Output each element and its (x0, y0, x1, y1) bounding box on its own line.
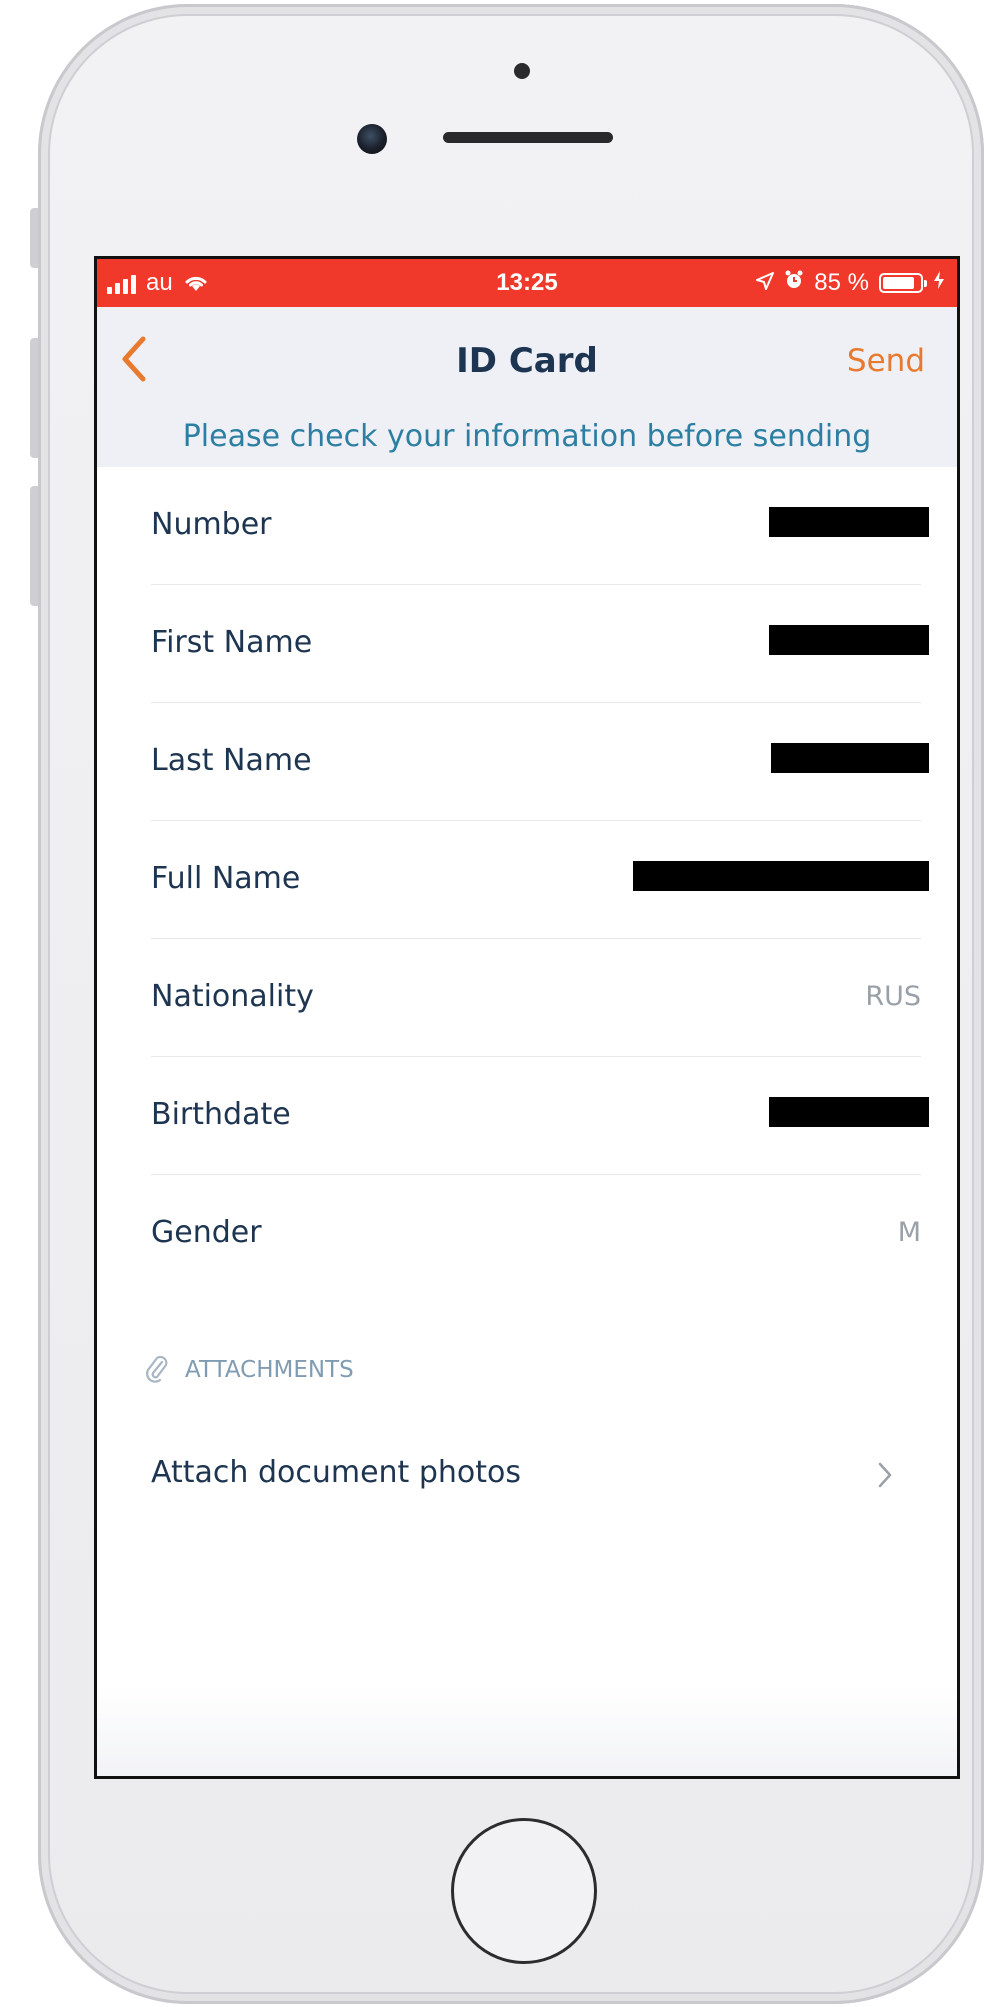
location-arrow-icon (756, 269, 775, 297)
proximity-sensor (514, 63, 530, 79)
redacted-value (769, 625, 929, 655)
attachments-header: ATTACHMENTS (145, 1353, 354, 1387)
field-label: Full Name (151, 861, 301, 896)
redacted-value (771, 743, 929, 773)
field-row-number: Number (97, 467, 957, 585)
home-button[interactable] (451, 1818, 597, 1964)
field-row-birthdate: Birthdate (97, 1057, 957, 1175)
redacted-value (769, 507, 929, 537)
field-label: First Name (151, 625, 313, 660)
field-list: Number First Name Last Name Full Name Na (97, 467, 957, 1293)
earpiece-speaker (443, 132, 613, 143)
notice-text: Please check your information before sen… (182, 419, 872, 454)
attach-row-label: Attach document photos (151, 1455, 522, 1490)
status-bar: au 13:25 85 % (97, 259, 957, 307)
status-bar-right: 85 % (756, 269, 945, 297)
redacted-value (769, 1097, 929, 1127)
field-row-gender: Gender M (97, 1175, 957, 1293)
field-label: Gender (151, 1215, 262, 1250)
field-row-last-name: Last Name (97, 703, 957, 821)
bottom-toolbar-area (97, 1686, 957, 1776)
field-label: Birthdate (151, 1097, 291, 1132)
alarm-clock-icon (784, 269, 804, 297)
chevron-right-icon (877, 1461, 893, 1489)
attachments-header-label: ATTACHMENTS (185, 1357, 354, 1383)
battery-percent: 85 % (814, 269, 869, 296)
redacted-value (633, 861, 929, 891)
field-row-first-name: First Name (97, 585, 957, 703)
navigation-bar: ID Card Send Please check your informati… (97, 307, 957, 467)
field-row-nationality: Nationality RUS (97, 939, 957, 1057)
field-label: Number (151, 507, 272, 542)
attach-document-photos-row[interactable]: Attach document photos (97, 1439, 957, 1519)
page-title: ID Card (456, 341, 598, 381)
front-camera (357, 124, 387, 154)
battery-fill (883, 277, 914, 289)
field-label: Last Name (151, 743, 312, 778)
battery-icon (879, 273, 927, 293)
send-button[interactable]: Send (847, 343, 925, 379)
field-label: Nationality (151, 979, 314, 1014)
phone-screen: au 13:25 85 % ID Card Send Please check … (94, 256, 960, 1779)
field-value: RUS (865, 981, 921, 1012)
charging-bolt-icon (933, 269, 945, 297)
paperclip-icon (145, 1353, 169, 1387)
field-value: M (897, 1217, 921, 1248)
device-frame: au 13:25 85 % ID Card Send Please check … (0, 0, 984, 2007)
field-row-full-name: Full Name (97, 821, 957, 939)
